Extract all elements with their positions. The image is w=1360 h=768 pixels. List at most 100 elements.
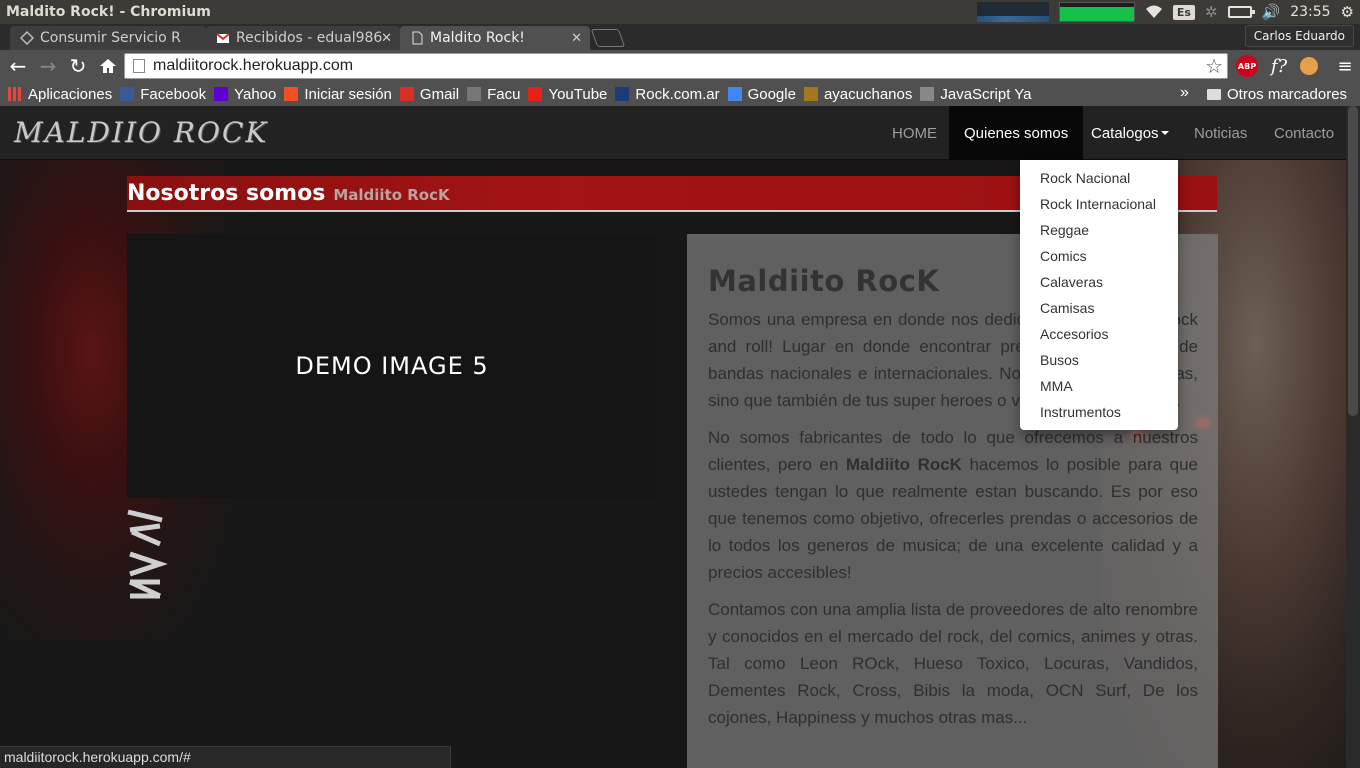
back-arrow-icon[interactable]: ← — [4, 52, 32, 80]
demo-image-label: DEMO IMAGE 5 — [295, 352, 489, 380]
bookmark-apps-grid[interactable]: Aplicaciones — [8, 86, 112, 103]
microsoft-icon — [284, 87, 299, 101]
home-icon[interactable] — [94, 52, 122, 80]
adblock-plus-icon[interactable]: ABP — [1236, 55, 1258, 77]
nav-noticias[interactable]: Noticias — [1179, 106, 1262, 160]
ayacuchanos-icon — [803, 87, 818, 101]
other-bookmarks-folder[interactable]: Otros marcadores — [1207, 82, 1347, 106]
reload-icon[interactable]: ↻ — [64, 52, 92, 80]
bookmark-page[interactable]: JavaScript Ya — [920, 85, 1032, 103]
tab-consumir-servicio[interactable]: Consumir Servicio R — [10, 26, 206, 50]
about-brand-bold: Maldiito RocK — [845, 455, 962, 474]
bookmark-yahoo[interactable]: Yahoo — [214, 86, 276, 103]
bookmark-label: Yahoo — [234, 85, 277, 103]
bookmarks-overflow-chevron-icon[interactable]: » — [1180, 84, 1189, 102]
window-title: Maldito Rock! - Chromium — [6, 4, 211, 20]
new-tab-button[interactable] — [590, 29, 626, 47]
dropdown-item-camisas[interactable]: Camisas — [1020, 295, 1178, 321]
catalogos-dropdown-menu: Rock Nacional Rock Internacional Reggae Com… — [1020, 160, 1178, 430]
close-tab-icon[interactable]: ✕ — [571, 31, 582, 46]
facu-icon — [467, 87, 482, 101]
bookmark-star-icon[interactable]: ☆ — [1205, 54, 1223, 78]
dropdown-item-busos[interactable]: Busos — [1020, 347, 1178, 373]
page-scrollbar[interactable] — [1346, 106, 1360, 768]
cpu-monitor-icon — [1058, 2, 1135, 22]
bookmark-label: ayacuchanos — [823, 85, 913, 103]
profile-button[interactable]: Carlos Eduardo — [1244, 25, 1354, 47]
bookmark-label: YouTube — [548, 85, 608, 103]
section-subtitle: Maldiito RocK — [333, 186, 450, 204]
nav-catalogos[interactable]: Catalogos — [1076, 106, 1184, 160]
nav-quienes-somos[interactable]: Quienes somos — [949, 106, 1084, 160]
volume-icon[interactable]: 🔊 — [1262, 3, 1281, 21]
bookmark-label: Rock.com.ar — [635, 85, 720, 103]
bookmark-gmail[interactable]: Gmail — [399, 85, 460, 103]
clock[interactable]: 23:55 — [1290, 4, 1330, 20]
tab-label: Recibidos - edual986 — [236, 30, 383, 46]
demo-image: DEMO IMAGE 5 — [127, 234, 657, 498]
nav-home[interactable]: HOME — [877, 106, 952, 160]
tab-maldito-rock[interactable]: Maldito Rock! ✕ — [400, 26, 590, 50]
bookmark-facu[interactable]: Facu — [467, 86, 520, 103]
dropdown-item-reggae[interactable]: Reggae — [1020, 217, 1178, 243]
nav-contacto[interactable]: Contacto — [1259, 106, 1349, 160]
forward-arrow-icon[interactable]: → — [34, 52, 62, 80]
cookie-extension-icon[interactable] — [1300, 57, 1318, 75]
bookmark-label: Gmail — [419, 85, 460, 103]
google-icon — [727, 87, 742, 101]
page-info-icon[interactable] — [133, 59, 145, 73]
close-tab-icon[interactable]: ✕ — [381, 31, 392, 46]
bookmark-label: Iniciar sesión — [304, 85, 392, 103]
tab-recibidos[interactable]: Recibidos - edual986 ✕ — [206, 26, 400, 50]
settings-gear-icon[interactable]: ⚙ — [1341, 3, 1354, 21]
bookmark-label: JavaScript Ya — [940, 85, 1032, 103]
keyboard-language-indicator[interactable]: Es — [1172, 4, 1195, 20]
caret-down-icon — [1160, 131, 1169, 135]
dropdown-item-mma[interactable]: MMA — [1020, 373, 1178, 399]
bookmark-rock[interactable]: Rock.com.ar — [615, 85, 720, 103]
bluetooth-icon[interactable]: ✲ — [1205, 3, 1218, 21]
formula-extension-icon[interactable]: f? — [1268, 55, 1290, 77]
os-top-bar: Maldito Rock! - Chromium Es ✲ 🔊 23:55 ⚙ — [0, 0, 1360, 24]
system-tray: Es ✲ 🔊 23:55 ⚙ — [976, 0, 1360, 24]
nav-catalogos-label: Catalogos — [1091, 124, 1159, 142]
dropdown-item-rock-internacional[interactable]: Rock Internacional — [1020, 191, 1178, 217]
url-text[interactable]: maldiitorock.herokuapp.com — [153, 57, 353, 75]
wifi-icon[interactable] — [1145, 5, 1163, 19]
bookmark-label: Aplicaciones — [28, 85, 113, 103]
battery-icon[interactable] — [1227, 6, 1255, 18]
gmail-icon — [399, 87, 414, 101]
yahoo-icon — [214, 87, 229, 101]
network-monitor-icon — [976, 2, 1049, 22]
scrollbar-thumb[interactable] — [1348, 106, 1358, 416]
tab-label: Consumir Servicio R — [40, 30, 181, 46]
bookmark-microsoft[interactable]: Iniciar sesión — [284, 86, 392, 103]
link-status-bar: maldiitorock.herokuapp.com/# — [0, 746, 451, 768]
tab-strip: Consumir Servicio R Recibidos - edual986… — [0, 24, 1360, 50]
apps-grid-icon — [8, 87, 22, 101]
facebook-icon — [120, 87, 135, 101]
bookmark-google[interactable]: Google — [727, 85, 796, 103]
address-bar[interactable]: maldiitorock.herokuapp.com ☆ — [124, 53, 1228, 79]
about-paragraph-2: No somos fabricantes de todo lo que ofre… — [708, 424, 1198, 586]
folder-icon — [1207, 88, 1221, 100]
servicio-icon — [19, 30, 35, 46]
iron-logo-icon — [127, 509, 168, 599]
other-bookmarks-label: Otros marcadores — [1227, 85, 1348, 103]
site-logo[interactable]: MALDIIO ROCK — [14, 116, 268, 149]
hamburger-menu-icon[interactable]: ≡ — [1334, 55, 1356, 77]
page-viewport: MALDIIO ROCK HOME Quienes somos Catalogo… — [0, 106, 1360, 768]
dropdown-item-comics[interactable]: Comics — [1020, 243, 1178, 269]
dropdown-item-calaveras[interactable]: Calaveras — [1020, 269, 1178, 295]
dropdown-item-accesorios[interactable]: Accesorios — [1020, 321, 1178, 347]
dropdown-item-instrumentos[interactable]: Instrumentos — [1020, 399, 1178, 425]
bookmark-facebook[interactable]: Facebook — [120, 86, 206, 103]
dropdown-item-rock-nacional[interactable]: Rock Nacional — [1020, 165, 1178, 191]
bookmarks-bar: Aplicaciones Facebook Yahoo Iniciar sesión G… — [0, 82, 1360, 106]
bookmark-youtube[interactable]: YouTube — [528, 86, 607, 103]
youtube-icon — [528, 87, 543, 101]
bookmark-label: Google — [747, 85, 796, 103]
page-icon — [410, 31, 424, 45]
bookmark-label: Facu — [487, 85, 521, 103]
bookmark-ayacuchanos[interactable]: ayacuchanos — [803, 85, 913, 103]
